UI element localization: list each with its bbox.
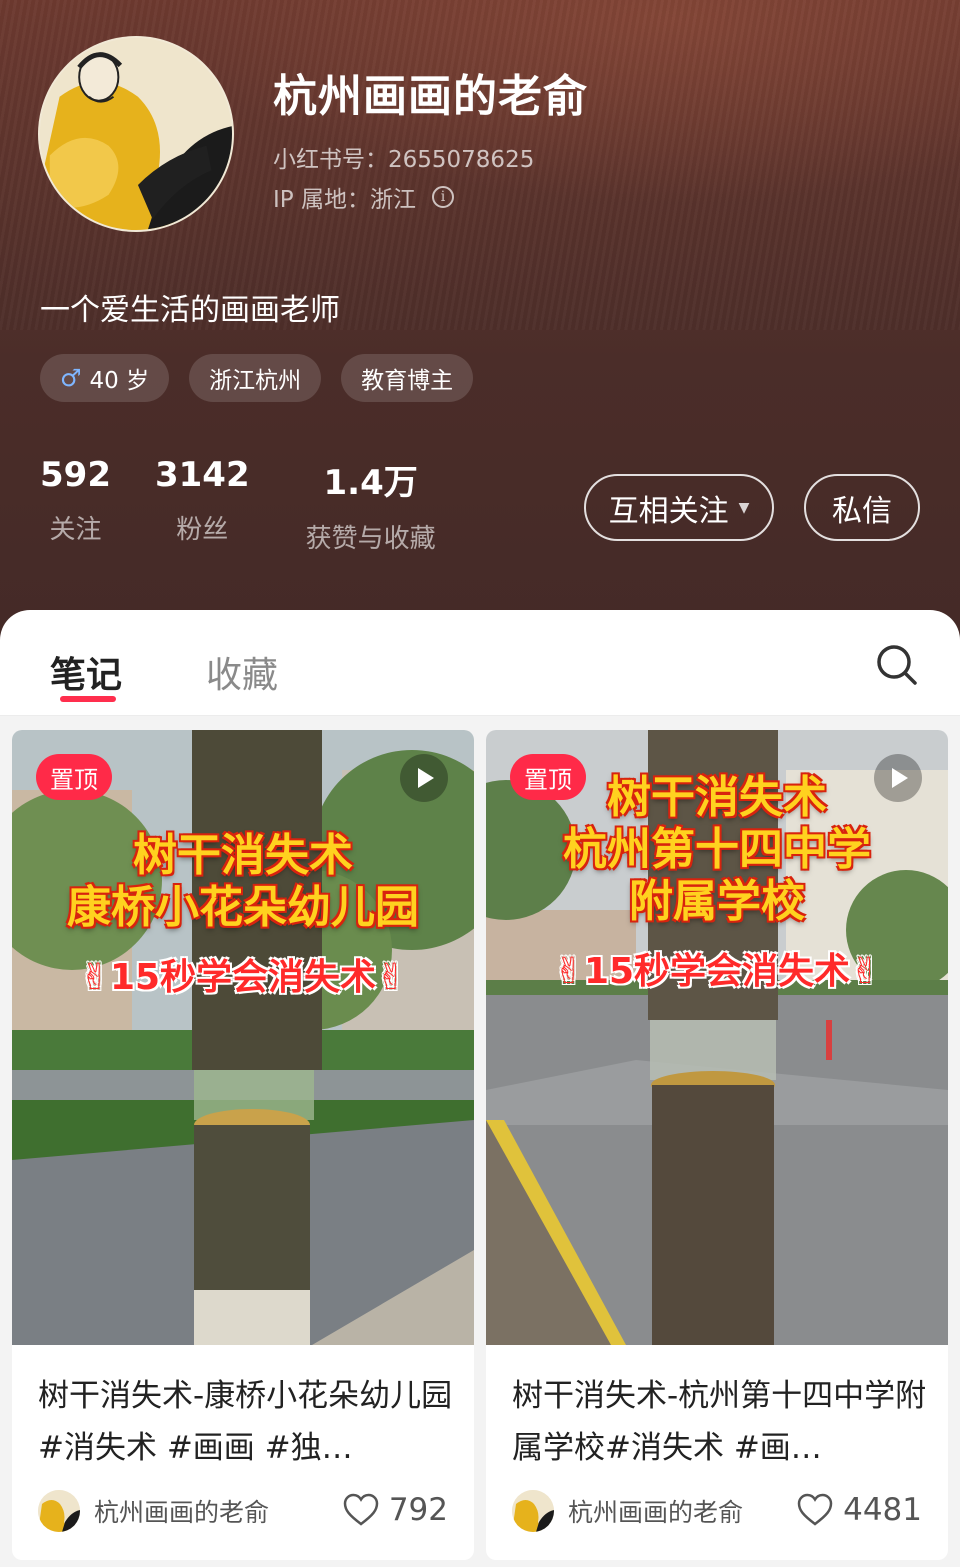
stat-following[interactable]: 592 关注 — [40, 455, 111, 555]
author-name: 杭州画画的老俞 — [568, 1498, 744, 1527]
video-play-icon — [400, 754, 448, 802]
author-avatar — [38, 1490, 80, 1532]
note-card[interactable]: 置顶 树干消失术 杭州第十四中学 附属学校 ✌15秒学会消失术✌ 树干消失术-杭… — [486, 730, 948, 1560]
note-card[interactable]: 置顶 树干消失术 康桥小花朵幼儿园 ✌15秒学会消失术✌ 树干消失术-康桥小花朵… — [12, 730, 474, 1560]
profile-bio: 一个爱生活的画画老师 — [40, 293, 340, 328]
overlay-line-3: 附属学校 — [629, 876, 805, 927]
stat-following-label: 关注 — [49, 515, 102, 545]
heart-icon — [343, 1493, 379, 1526]
content-tabbar: 笔记 收藏 — [0, 610, 960, 716]
tab-notes[interactable]: 笔记 — [50, 646, 122, 698]
author-avatar — [512, 1490, 554, 1532]
follow-button[interactable]: 互相关注 ▼ — [584, 474, 774, 541]
stat-followers-value: 3142 — [154, 455, 250, 495]
note-title[interactable]: 树干消失术-杭州第十四中学附属学校#消失术 #画… — [512, 1370, 932, 1474]
like-count: 4481 — [843, 1492, 922, 1528]
search-icon[interactable] — [872, 640, 922, 690]
overlay-subtitle: ✌15秒学会消失术✌ — [553, 951, 881, 992]
caret-down-icon: ▼ — [738, 499, 750, 516]
tag-location-label: 浙江杭州 — [209, 368, 302, 394]
like-button[interactable]: 4481 — [797, 1492, 922, 1528]
profile-stats: 592 关注 3142 粉丝 1.4万 获赞与收藏 — [40, 455, 436, 555]
message-button[interactable]: 私信 — [804, 474, 920, 541]
tag-category-label: 教育博主 — [361, 368, 454, 394]
overlay-line-1: 树干消失术 — [133, 830, 353, 881]
tag-category: 教育博主 — [341, 354, 474, 402]
like-count: 792 — [388, 1492, 448, 1528]
profile-tags: ♂ 40 岁 浙江杭州 教育博主 — [40, 354, 474, 402]
note-thumbnail[interactable]: 置顶 树干消失术 杭州第十四中学 附属学校 ✌15秒学会消失术✌ — [486, 730, 948, 1345]
like-button[interactable]: 792 — [343, 1492, 448, 1528]
tag-location: 浙江杭州 — [189, 354, 322, 402]
overlay-subtitle: ✌15秒学会消失术✌ — [79, 957, 407, 998]
note-title[interactable]: 树干消失术-康桥小花朵幼儿园#消失术 #画画 #独… — [38, 1370, 458, 1474]
stat-likes[interactable]: 1.4万 获赞与收藏 — [306, 455, 436, 555]
overlay-line-2: 杭州第十四中学 — [563, 824, 871, 875]
profile-name: 杭州画画的老俞 — [273, 71, 588, 122]
stat-likes-value: 1.4万 — [323, 463, 418, 503]
message-button-label: 私信 — [832, 493, 892, 529]
profile-ip: IP 属地：浙江 i — [273, 180, 454, 214]
male-icon: ♂ — [60, 364, 82, 392]
stat-followers[interactable]: 3142 粉丝 — [155, 455, 250, 555]
pinned-badge: 置顶 — [36, 754, 112, 800]
note-author[interactable]: 杭州画画的老俞 — [38, 1490, 269, 1532]
stat-followers-label: 粉丝 — [176, 515, 229, 545]
profile-id: 小红书号：2655078625 — [273, 140, 534, 174]
tab-collections[interactable]: 收藏 — [206, 646, 278, 698]
profile-ip-text: IP 属地：浙江 — [273, 187, 416, 213]
author-name: 杭州画画的老俞 — [94, 1498, 270, 1527]
tag-age: ♂ 40 岁 — [40, 354, 170, 402]
info-icon[interactable]: i — [431, 186, 454, 208]
stat-likes-label: 获赞与收藏 — [305, 524, 436, 554]
note-author[interactable]: 杭州画画的老俞 — [512, 1490, 743, 1532]
profile-id-text: 小红书号：2655078625 — [273, 147, 535, 173]
tab-active-indicator — [60, 696, 116, 702]
follow-button-label: 互相关注 — [608, 493, 729, 529]
stat-following-value: 592 — [40, 455, 111, 495]
note-thumbnail[interactable]: 置顶 树干消失术 康桥小花朵幼儿园 ✌15秒学会消失术✌ — [12, 730, 474, 1345]
profile-avatar[interactable] — [38, 36, 234, 232]
overlay-line-1: 树干消失术 — [607, 772, 827, 823]
heart-icon — [797, 1493, 833, 1526]
overlay-line-2: 康桥小花朵幼儿园 — [67, 882, 419, 933]
tag-age-label: 40 岁 — [89, 368, 150, 394]
